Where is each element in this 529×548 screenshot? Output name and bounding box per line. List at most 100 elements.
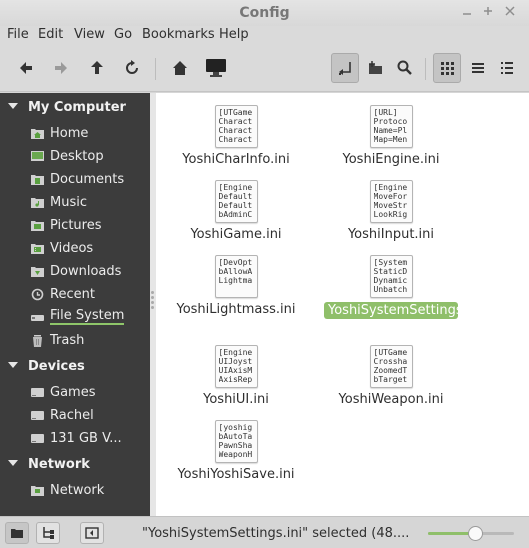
minimize-button[interactable]: [458, 3, 476, 21]
file-item[interactable]: [DevOpt bAllowA Lightma YoshiLightmass.ini: [166, 255, 306, 317]
section-title: Network: [28, 457, 90, 472]
status-bar: "YoshiSystemSettings.ini" selected (48..…: [0, 516, 529, 548]
folder-downloads-icon: [31, 266, 44, 277]
menu-file[interactable]: File: [7, 27, 29, 42]
sidebar-item-label: Rachel: [50, 407, 94, 423]
file-item[interactable]: [Engine UIJoyst UIAxisM AxisRep YoshiUI.ini: [166, 345, 306, 407]
file-name: YoshiWeapon.ini: [338, 392, 444, 407]
desktop-icon: [31, 150, 44, 161]
home-icon: [173, 61, 187, 75]
zoom-slider-handle[interactable]: [467, 526, 483, 541]
list-view-button[interactable]: [464, 53, 492, 83]
edit-location-icon: [339, 62, 351, 75]
file-item-selected[interactable]: [System StaticD Dynamic Unbatch YoshiSystem…: [321, 255, 482, 319]
minimize-icon: [463, 13, 471, 15]
section-network[interactable]: Network: [8, 457, 90, 472]
sidebar-item-label: Home: [50, 125, 89, 141]
sidebar-item-recent[interactable]: Recent: [30, 284, 95, 304]
sidebar-item-games[interactable]: Games: [30, 382, 95, 402]
sidebar-item-documents[interactable]: Documents: [30, 169, 124, 189]
sidebar-item-network[interactable]: Network: [30, 480, 104, 500]
section-my-computer[interactable]: My Computer: [8, 100, 126, 115]
expander-icon: [8, 460, 18, 466]
file-name: YoshiInput.ini: [347, 227, 435, 242]
sidebar-item-label: Recent: [50, 286, 95, 302]
home-button[interactable]: [166, 53, 194, 83]
file-item[interactable]: [Engine Default Default bAdminC YoshiGame.i…: [166, 180, 306, 242]
trash-icon: [33, 334, 42, 347]
sidebar-item-label: Music: [50, 194, 87, 210]
computer-button[interactable]: [202, 53, 230, 83]
menu-bar: File Edit View Go Bookmarks Help: [0, 26, 529, 46]
forward-button[interactable]: [47, 53, 75, 83]
section-devices[interactable]: Devices: [8, 359, 85, 374]
sidebar-item-rachel[interactable]: Rachel: [30, 405, 94, 425]
text-file-icon: [System StaticD Dynamic Unbatch: [369, 255, 413, 298]
file-view: [UTGame Charact Charact Charact YoshiCharIn…: [156, 93, 529, 516]
sidebar-item-music[interactable]: Music: [30, 192, 87, 212]
drive-icon: [31, 433, 44, 443]
sidebar-item-label: File System: [50, 308, 125, 325]
maximize-button[interactable]: [479, 3, 497, 21]
sidebar-item-downloads[interactable]: Downloads: [30, 261, 121, 281]
tree-icon: [43, 527, 54, 539]
menu-bookmarks[interactable]: Bookmarks: [142, 27, 215, 42]
menu-edit[interactable]: Edit: [38, 27, 63, 42]
reload-button[interactable]: [118, 53, 146, 83]
section-title: My Computer: [28, 100, 126, 115]
expander-icon: [8, 362, 18, 368]
file-item[interactable]: [UTGame Crossha ZoomedT bTarget YoshiWeapon…: [321, 345, 461, 407]
hide-sidebar-button[interactable]: [80, 522, 104, 544]
folder-videos-icon: [31, 243, 44, 254]
folder-home-icon: [31, 128, 44, 139]
file-name: YoshiLightmass.ini: [176, 302, 296, 317]
show-tree-button[interactable]: [36, 522, 60, 544]
file-item[interactable]: [yoshig bAutoTa PawnSha WeaponH YoshiYoshiS…: [166, 420, 306, 482]
reload-icon: [126, 60, 138, 74]
sidebar-item-desktop[interactable]: Desktop: [30, 146, 104, 166]
up-button[interactable]: [83, 53, 111, 83]
file-name: YoshiGame.ini: [190, 227, 282, 242]
recent-icon: [31, 288, 44, 300]
text-file-icon: [Engine Default Default bAdminC: [214, 180, 258, 223]
sidebar-toggle-icon: [85, 527, 99, 539]
status-text: "YoshiSystemSettings.ini" selected (48..…: [142, 526, 410, 541]
search-button[interactable]: [391, 53, 419, 83]
text-file-icon: [UTGame Charact Charact Charact: [214, 105, 258, 148]
folder-pictures-icon: [31, 220, 44, 231]
sidebar-item-label: Network: [50, 482, 105, 498]
compact-list-icon: [501, 62, 513, 74]
sidebar-item-trash[interactable]: Trash: [30, 330, 84, 350]
menu-help[interactable]: Help: [219, 27, 249, 42]
new-folder-icon: [369, 61, 382, 74]
sidebar-item-file-system[interactable]: File System: [30, 307, 125, 327]
text-file-icon: [Engine MoveFor MoveStr LookRig: [369, 180, 413, 223]
sidebar-item-label: Downloads: [50, 263, 122, 279]
sidebar-item-pictures[interactable]: Pictures: [30, 215, 101, 235]
list-icon: [472, 63, 484, 73]
file-item[interactable]: [Engine MoveFor MoveStr LookRig YoshiInput.…: [321, 180, 461, 242]
sidebar-item-label: 131 GB V...: [50, 430, 122, 446]
show-places-button[interactable]: [5, 522, 29, 544]
compact-view-button[interactable]: [493, 53, 521, 83]
menu-go[interactable]: Go: [114, 27, 132, 42]
search-icon: [397, 60, 412, 75]
toggle-location-button[interactable]: [331, 53, 359, 83]
sidebar-item-videos[interactable]: Videos: [30, 238, 93, 258]
file-item[interactable]: [UTGame Charact Charact Charact YoshiCharIn…: [166, 105, 306, 167]
arrow-left-icon: [20, 62, 32, 74]
file-item[interactable]: [URL] Protoco Name=Pl Map=Men YoshiEngine.i…: [321, 105, 461, 167]
zoom-slider[interactable]: [428, 526, 514, 541]
icon-view-button[interactable]: [433, 53, 461, 83]
sidebar-item-volume[interactable]: 131 GB V...: [30, 428, 122, 448]
file-name: YoshiCharInfo.ini: [182, 152, 290, 167]
network-icon: [31, 485, 44, 496]
menu-view[interactable]: View: [74, 27, 105, 42]
toolbar-separator: [155, 58, 156, 80]
sidebar-item-home[interactable]: Home: [30, 123, 88, 143]
drive-icon: [31, 387, 44, 397]
new-folder-button[interactable]: [362, 53, 390, 83]
back-button[interactable]: [12, 53, 40, 83]
text-file-icon: [DevOpt bAllowA Lightma: [214, 255, 258, 298]
close-button[interactable]: [501, 3, 519, 21]
